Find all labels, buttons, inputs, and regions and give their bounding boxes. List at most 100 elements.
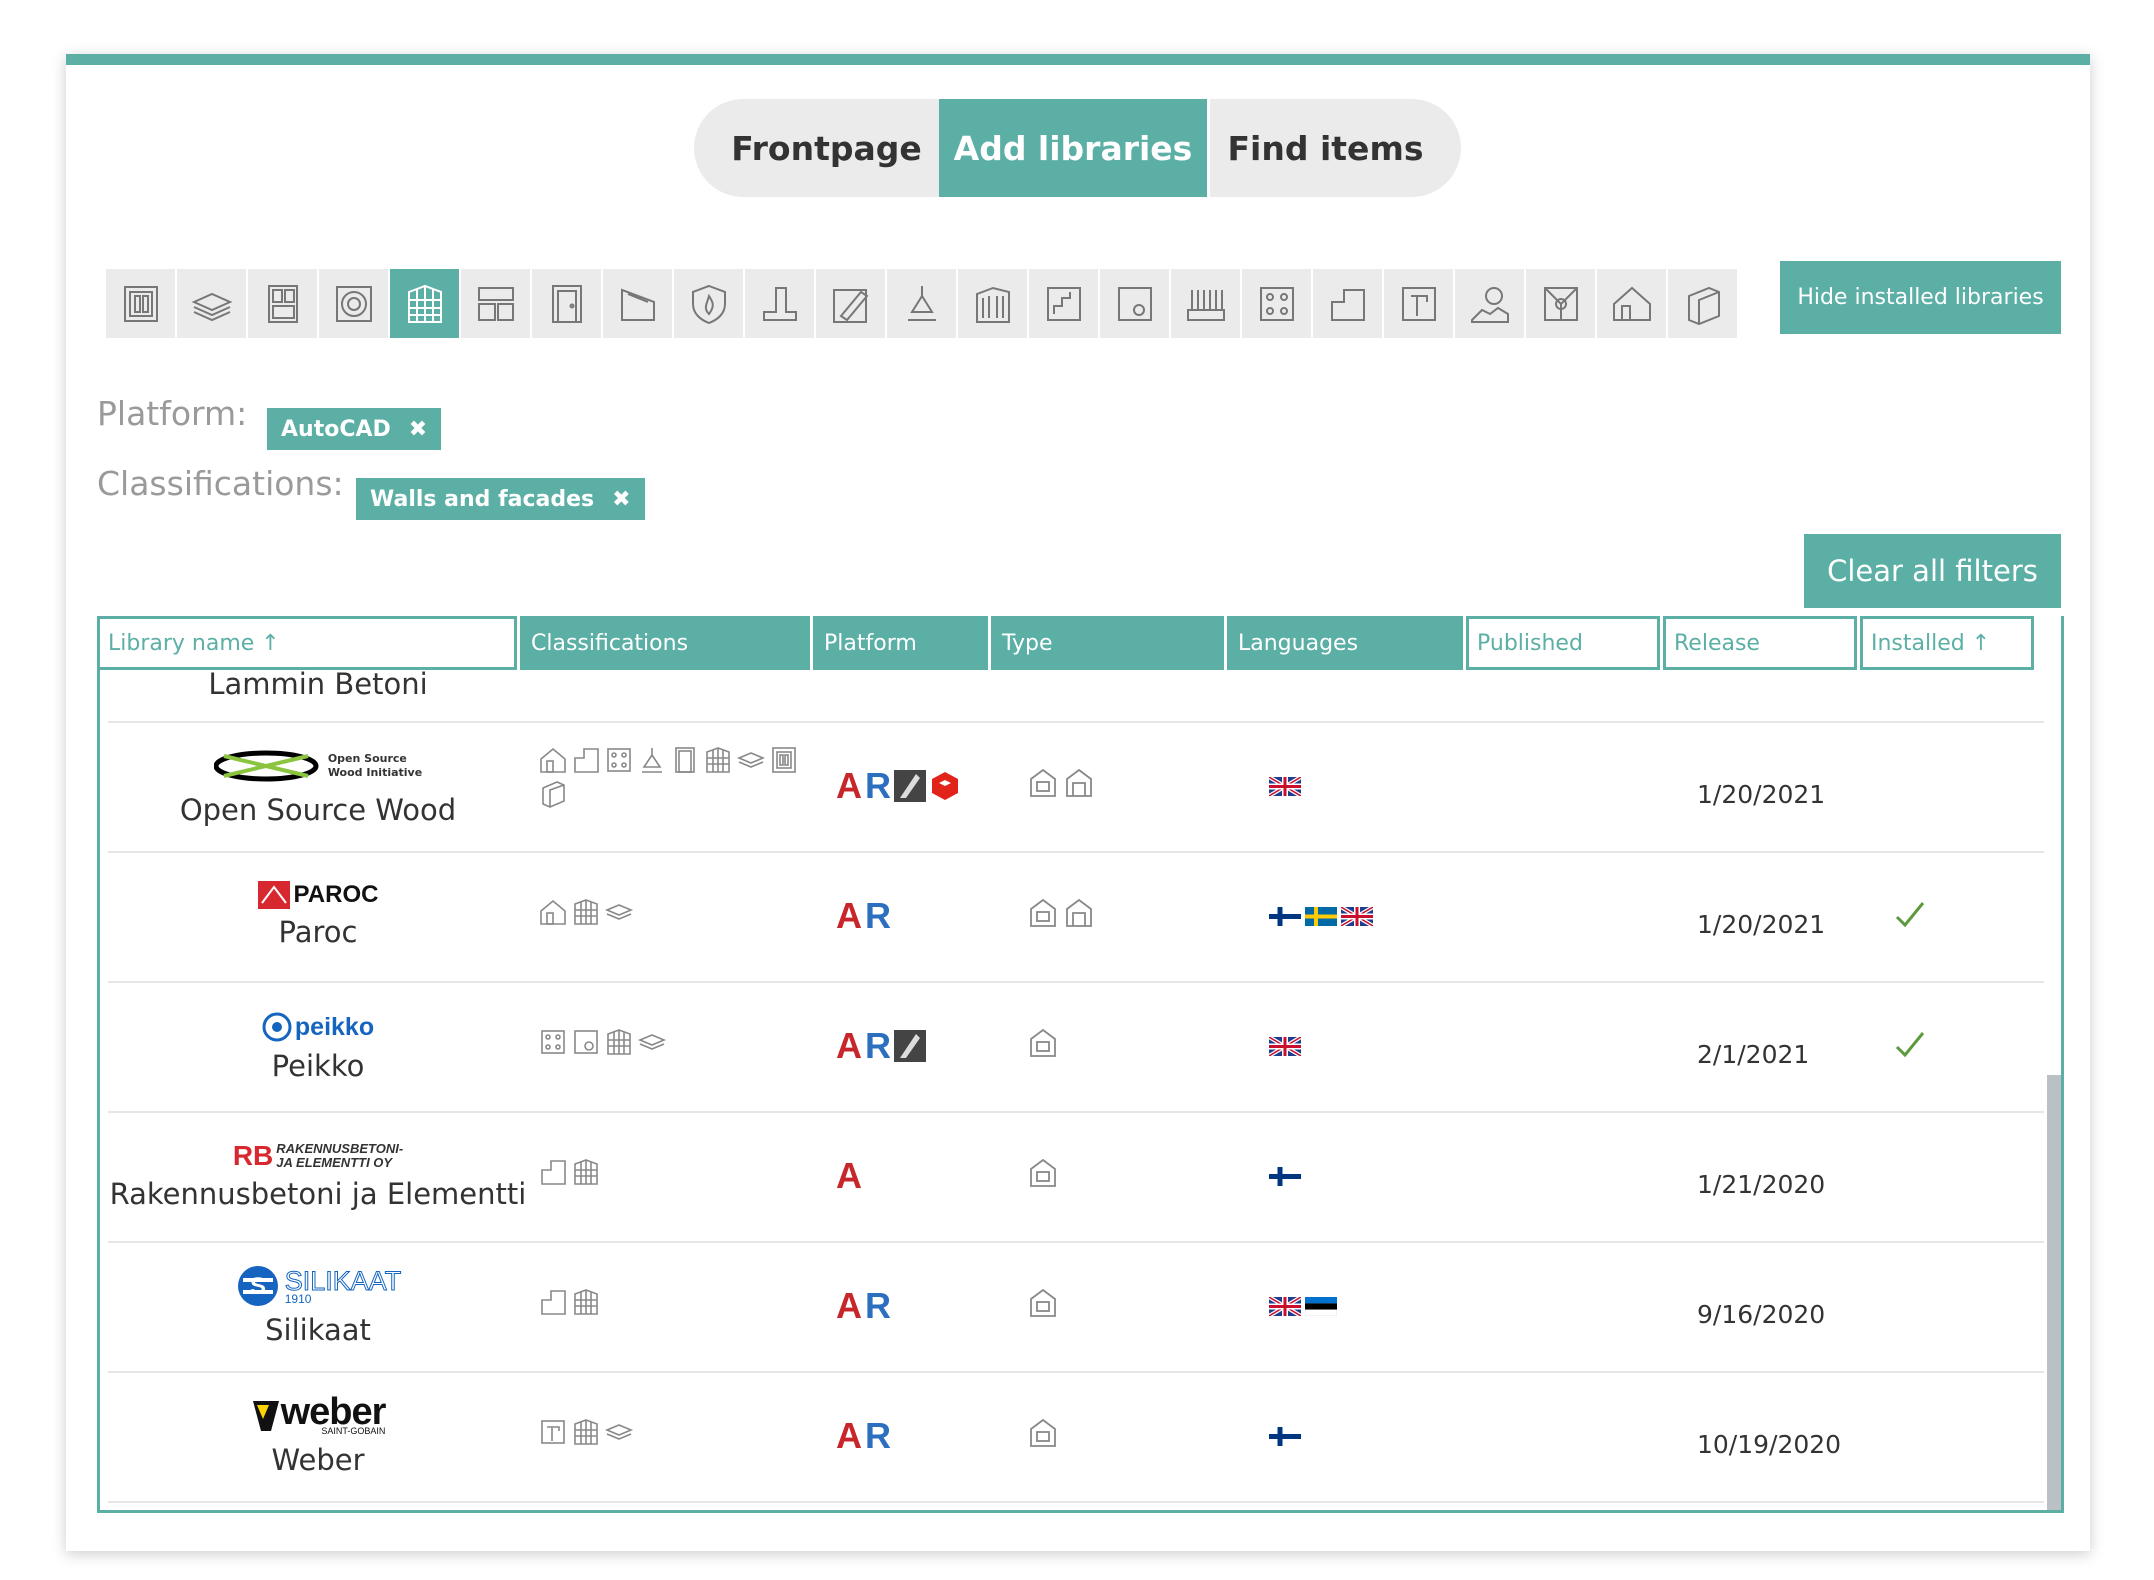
estonia-flag-icon [1305, 1297, 1337, 1316]
table-row[interactable]: RB RAKENNUSBETONI- JA ELEMENTTI OY Raken… [108, 1113, 2044, 1243]
autocad-icon: A [836, 1155, 862, 1196]
autocad-icon: A [836, 1415, 862, 1456]
header-type[interactable]: Type [991, 616, 1224, 670]
fence-icon[interactable] [1171, 269, 1240, 338]
logo-text: SILIKAAT [284, 1266, 402, 1296]
platform-filter-chip: AutoCAD ✖ [267, 408, 442, 450]
library-name: Open Source Wood [179, 793, 457, 827]
vent-icon[interactable] [1526, 269, 1595, 338]
header-classifications[interactable]: Classifications [520, 616, 810, 670]
header-release[interactable]: Release [1663, 616, 1857, 670]
hide-installed-button[interactable]: Hide installed libraries [1780, 261, 2061, 334]
library-cell: PAROC Paroc [108, 879, 528, 949]
classification-icons [538, 1027, 828, 1057]
osw-logo: Open Source Wood Initiative [108, 743, 528, 789]
stair-icon[interactable] [1029, 269, 1098, 338]
table-row[interactable]: weber SAINT-GOBAIN Weber A R 10/19/2020 [108, 1373, 2044, 1503]
main-nav: Frontpage Add libraries Find items [694, 99, 1461, 197]
clear-all-filters-button[interactable]: Clear all filters [1804, 534, 2061, 608]
layers-icon[interactable] [177, 269, 246, 338]
revit-icon: R [865, 895, 891, 936]
release-date: 2/1/2021 [1697, 1040, 1810, 1069]
library-name: Weber [271, 1443, 365, 1477]
sketchup-icon [932, 772, 958, 800]
library-cell: weber SAINT-GOBAIN Weber [108, 1393, 528, 1477]
panel-icon[interactable] [106, 269, 175, 338]
dots-panel-icon[interactable] [1242, 269, 1311, 338]
table-row[interactable]: Lammin Betoni [108, 667, 2044, 723]
modules-icon[interactable] [461, 269, 530, 338]
disc-icon[interactable] [319, 269, 388, 338]
tab-find-items[interactable]: Find items [1207, 99, 1461, 197]
uk-flag-icon [1269, 1297, 1301, 1316]
header-languages[interactable]: Languages [1227, 616, 1463, 670]
paroc-logo: PAROC [108, 879, 528, 911]
autocad-icon: A [836, 765, 862, 806]
language-flags [1269, 1167, 1301, 1186]
logo-text: RAKENNUSBETONI- [276, 1141, 404, 1156]
header-platform[interactable]: Platform [813, 616, 988, 670]
classification-icons [538, 1287, 828, 1317]
table-row[interactable]: peikko Peikko A R 2/1/2021 [108, 983, 2044, 1113]
socket-icon[interactable] [1100, 269, 1169, 338]
dots-panel-icon [541, 1030, 565, 1054]
library-name: Peikko [271, 1049, 365, 1083]
table-header: Library name ↑ Classifications Platform … [97, 616, 2037, 670]
logo-text: Open Source [327, 752, 407, 765]
landscape-icon[interactable] [1455, 269, 1524, 338]
library-cell: RB RAKENNUSBETONI- JA ELEMENTTI OY Raken… [108, 1139, 528, 1211]
installed-check-icon [1893, 897, 1927, 935]
table-row[interactable]: Open Source Wood Initiative Open Source … [108, 723, 2044, 853]
chimney-icon[interactable] [745, 269, 814, 338]
library-name: Lammin Betoni [208, 667, 428, 701]
lamp-icon[interactable] [887, 269, 956, 338]
grid-wall-icon[interactable] [390, 269, 459, 338]
object-icon [1030, 1158, 1056, 1187]
logo-text: weber [280, 1390, 387, 1433]
tab-frontpage[interactable]: Frontpage [694, 99, 939, 197]
remove-filter-icon[interactable]: ✖ [409, 417, 427, 442]
object-icon [1030, 1418, 1056, 1447]
header-published[interactable]: Published [1466, 616, 1660, 670]
door-icon[interactable] [532, 269, 601, 338]
revit-icon: R [865, 1415, 891, 1456]
tab-add-libraries[interactable]: Add libraries [939, 99, 1207, 197]
house-icon [540, 747, 566, 773]
release-date: 9/16/2020 [1697, 1300, 1826, 1329]
house-icon [540, 899, 566, 925]
svg-text:S: S [250, 1273, 266, 1300]
facade-icon[interactable] [958, 269, 1027, 338]
header-installed[interactable]: Installed ↑ [1860, 616, 2034, 670]
logo-text: JA ELEMENTTI OY [276, 1155, 393, 1170]
door-icon [675, 747, 695, 773]
faucet-icon[interactable] [1384, 269, 1453, 338]
table-row[interactable]: PAROC Paroc A R 1/20/2021 [108, 853, 2044, 983]
chip-label: Walls and facades [370, 486, 595, 512]
roof-icon[interactable] [603, 269, 672, 338]
table-scrollbar[interactable] [2047, 1075, 2061, 1510]
fire-icon[interactable] [674, 269, 743, 338]
platform-icons: A R [836, 1285, 891, 1327]
cabinet-icon[interactable] [248, 269, 317, 338]
table-row[interactable]: S SILIKAAT 1910 Silikaat A R 9/16/2020 [108, 1243, 2044, 1373]
library-name: Rakennusbetoni ja Elementti [109, 1177, 527, 1211]
type-icons [1028, 897, 1094, 929]
classification-icons [538, 897, 828, 927]
sheet-icon[interactable] [1668, 269, 1737, 338]
finland-flag-icon [1269, 1427, 1301, 1446]
pencil-icon[interactable] [816, 269, 885, 338]
language-flags [1269, 777, 1301, 796]
grid-wall-icon [706, 747, 730, 773]
type-icons [1028, 1027, 1058, 1059]
release-date: 1/20/2021 [1697, 780, 1826, 809]
remove-filter-icon[interactable]: ✖ [612, 487, 630, 512]
uk-flag-icon [1269, 1037, 1301, 1056]
header-library-name[interactable]: Library name ↑ [97, 616, 517, 670]
grid-wall-icon [574, 899, 598, 925]
language-flags [1269, 1297, 1337, 1316]
house-icon[interactable] [1597, 269, 1666, 338]
platform-icons: A R [836, 895, 891, 937]
autocad-icon: A [836, 1285, 862, 1326]
step-icon[interactable] [1313, 269, 1382, 338]
language-flags [1269, 907, 1373, 926]
